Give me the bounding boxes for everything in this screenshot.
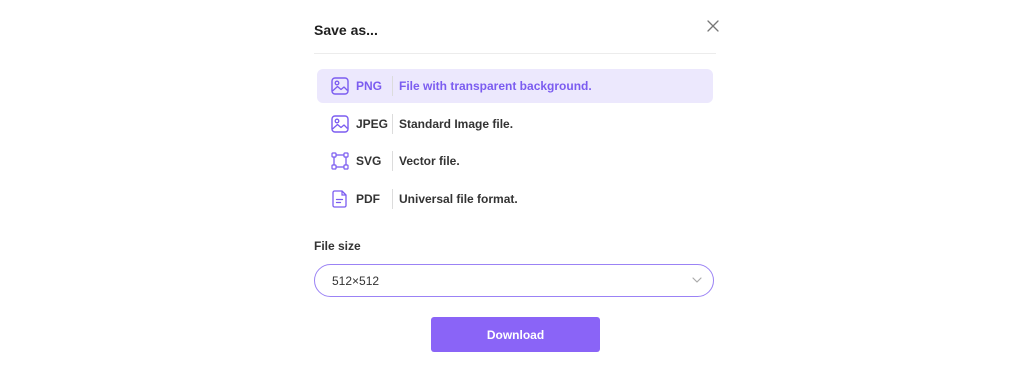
close-button[interactable] xyxy=(706,19,720,33)
format-description: File with transparent background. xyxy=(399,79,592,93)
divider xyxy=(314,53,716,54)
download-button[interactable]: Download xyxy=(431,317,600,352)
format-name: JPEG xyxy=(356,116,389,131)
file-size-value: 512×512 xyxy=(332,274,380,288)
format-separator xyxy=(392,113,393,134)
vector-icon xyxy=(331,152,349,170)
format-option-png[interactable]: PNG File with transparent background. xyxy=(317,69,713,103)
image-icon xyxy=(331,77,349,95)
format-option-pdf[interactable]: PDF Universal file format. xyxy=(317,182,713,216)
format-name: PDF xyxy=(356,191,380,206)
file-size-label: File size xyxy=(314,239,361,253)
format-description: Vector file. xyxy=(399,154,460,168)
format-name: PNG xyxy=(356,79,383,93)
format-description: Universal file format. xyxy=(399,191,518,206)
format-description: Standard Image file. xyxy=(399,116,514,131)
format-separator xyxy=(392,151,393,171)
dialog-title: Save as... xyxy=(314,22,378,38)
format-option-svg[interactable]: SVG Vector file. xyxy=(317,144,713,178)
save-as-dialog: Save as... PNG File with transparent bac… xyxy=(314,0,720,374)
image-icon xyxy=(331,114,349,133)
chevron-down-icon xyxy=(692,277,702,283)
format-separator xyxy=(392,188,393,209)
document-icon xyxy=(332,189,347,208)
file-size-select[interactable]: 512×512 xyxy=(314,264,714,297)
format-name: SVG xyxy=(356,154,382,168)
format-separator xyxy=(392,76,393,96)
format-option-jpeg[interactable]: JPEG Standard Image file. xyxy=(317,107,713,141)
close-icon xyxy=(707,20,719,32)
format-list: PNG File with transparent background. JP… xyxy=(317,69,713,219)
